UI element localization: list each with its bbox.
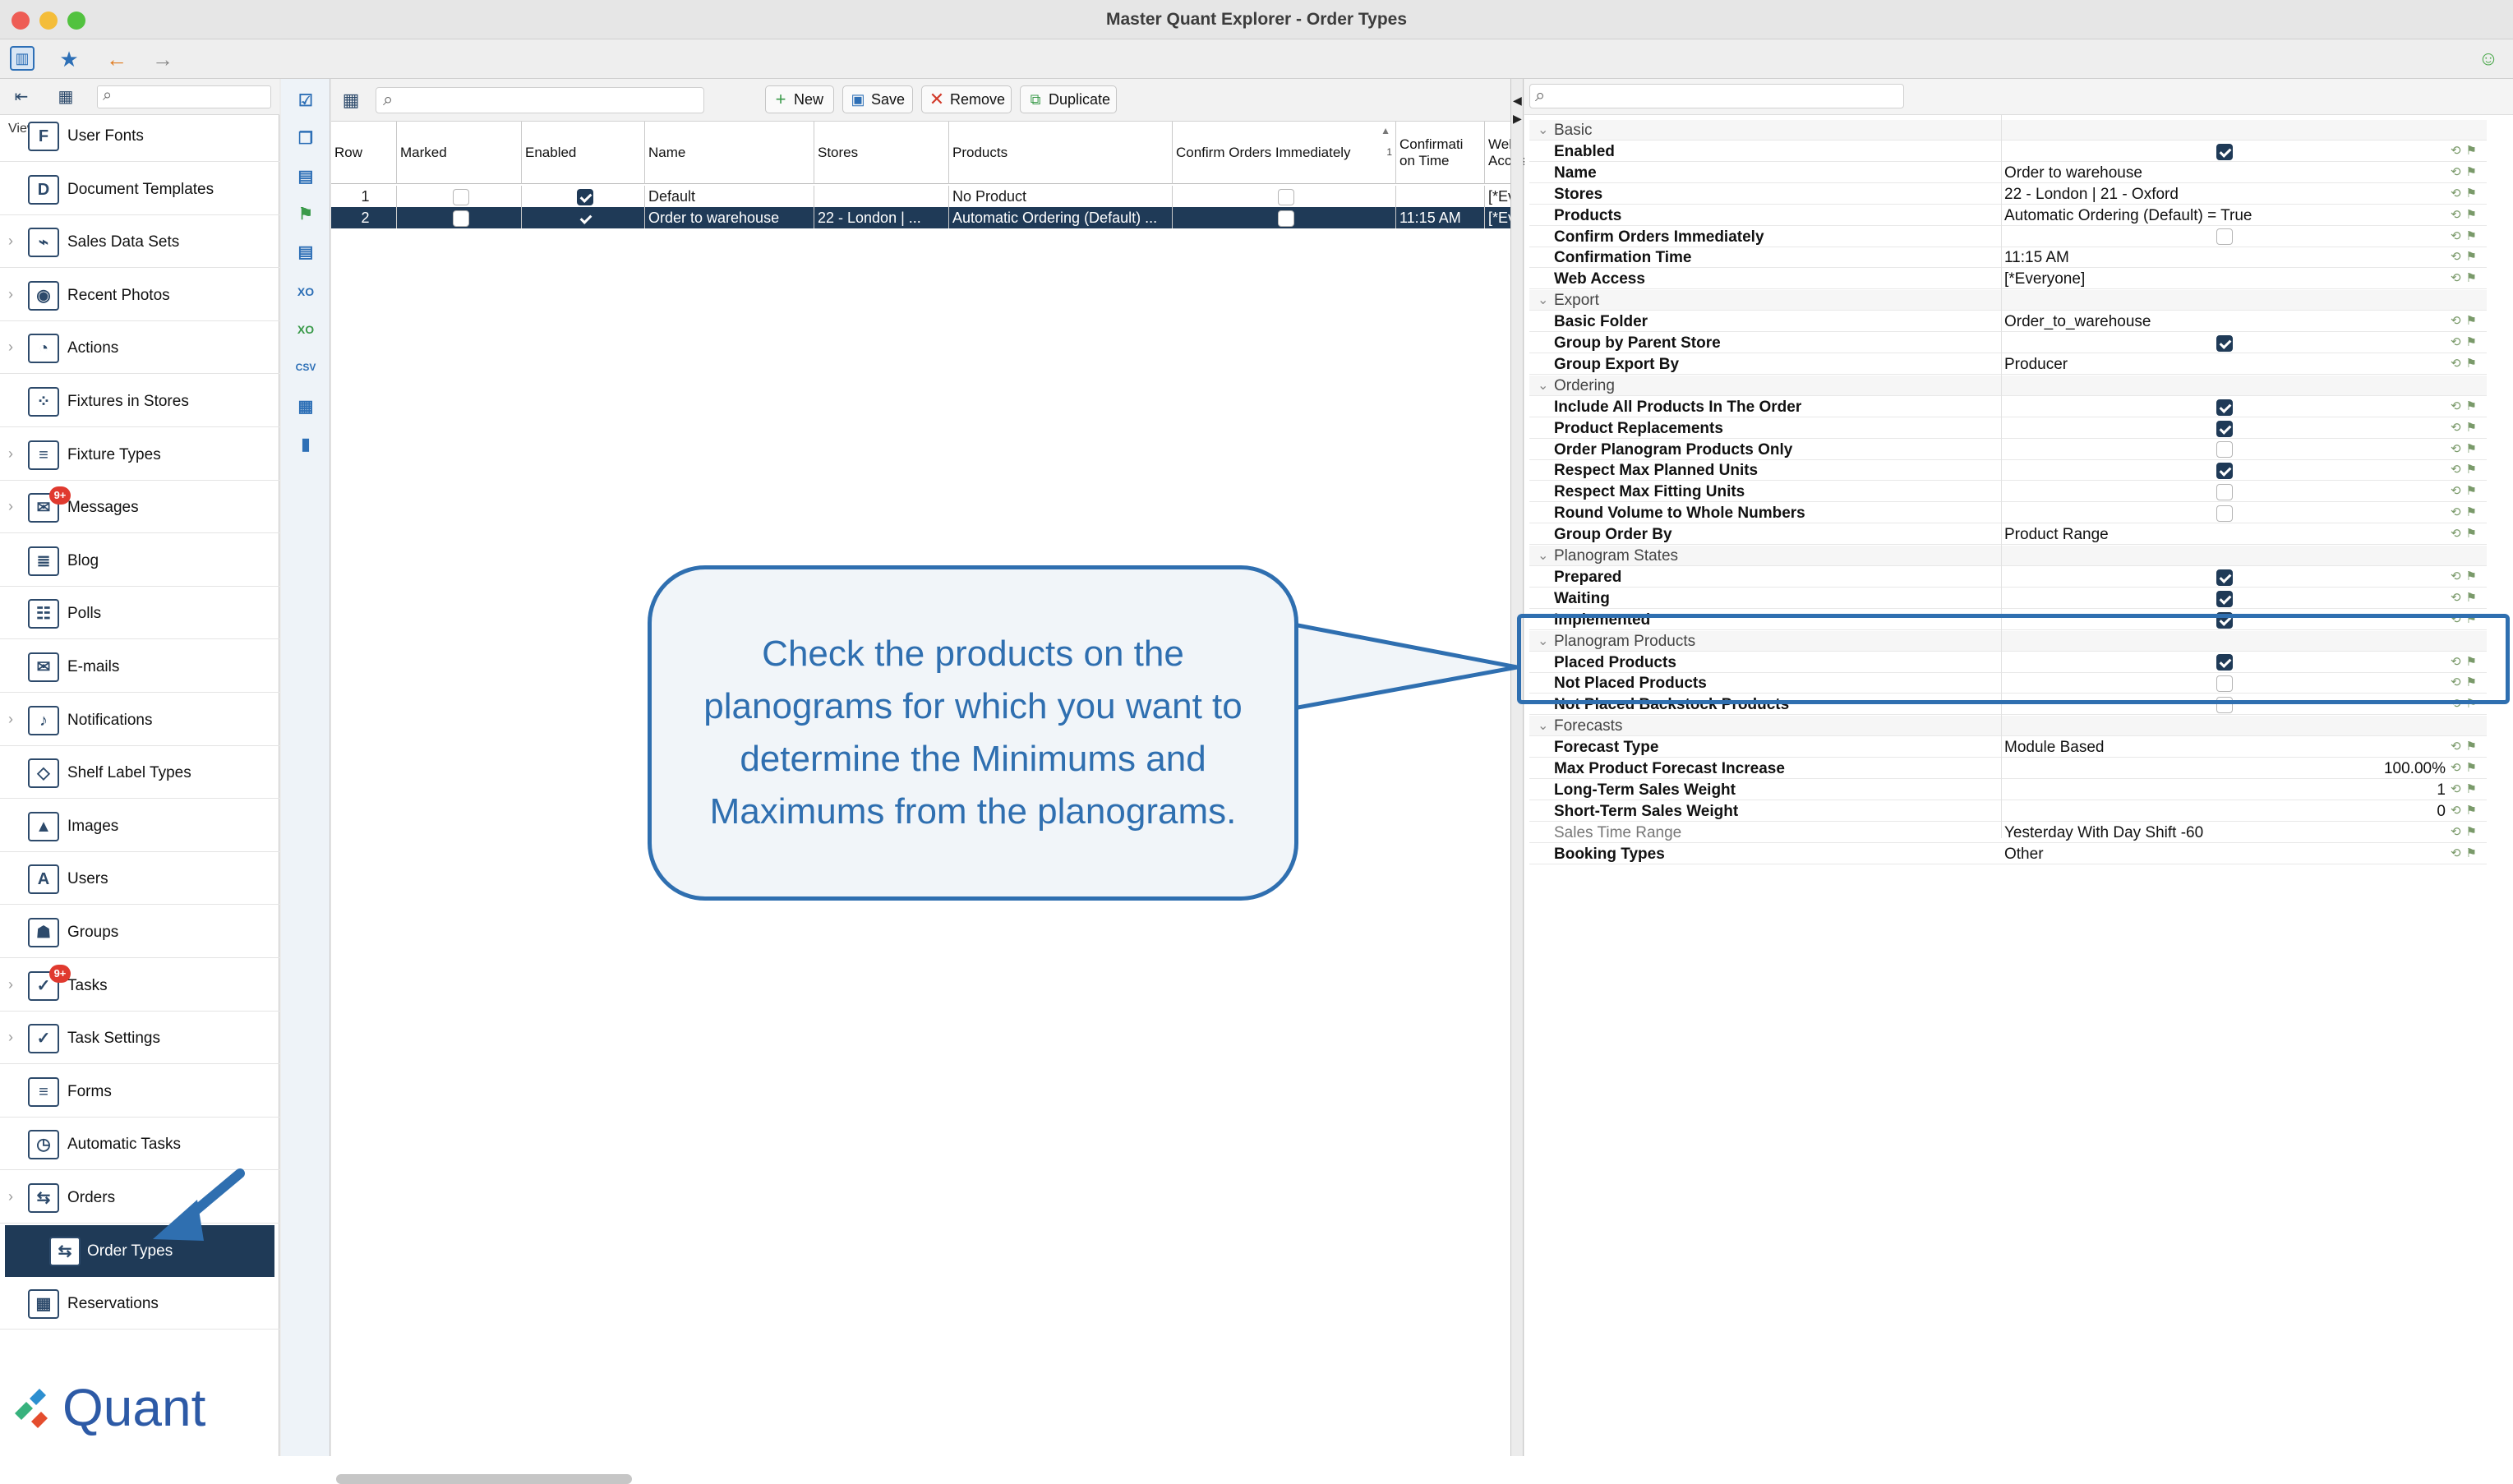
horizontal-scrollbar[interactable]	[336, 1474, 632, 1484]
arrow-icon	[153, 1168, 245, 1241]
callout-bubble: Check the products on the planograms for…	[648, 565, 1298, 901]
callout-pointer	[1291, 621, 1518, 712]
callout-text: Check the products on the planograms for…	[703, 634, 1243, 832]
app-window: Master Quant Explorer - Order Types ▥ ★ …	[0, 0, 2513, 1484]
